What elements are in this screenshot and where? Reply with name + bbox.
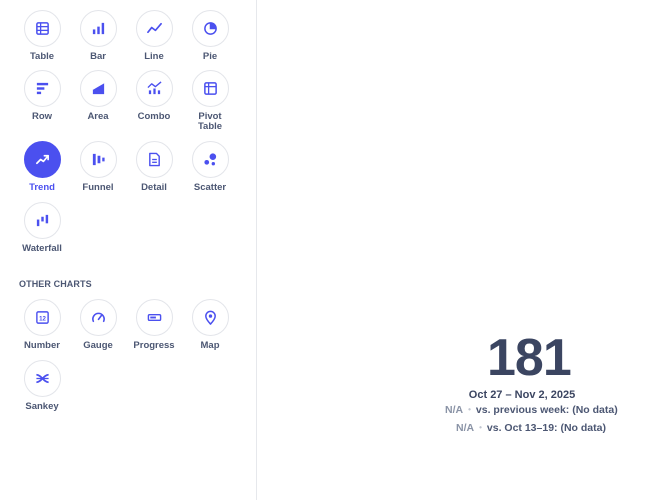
viz-option-area[interactable]: Area [68, 70, 128, 122]
viz-circle[interactable] [79, 141, 117, 178]
viz-circle[interactable] [23, 10, 61, 47]
viz-circle[interactable] [135, 70, 173, 107]
viz-label-sankey: Sankey [25, 401, 59, 412]
comparison-text: vs. Oct 13–19: (No data) [486, 422, 606, 434]
pivot-table-icon [203, 82, 217, 95]
pie-chart-icon [203, 22, 217, 35]
viz-label-progress: Progress [133, 340, 175, 351]
viz-option-combo[interactable]: Combo [124, 70, 184, 122]
comparison-previous-week: N/A • vs. previous week: (No data) [445, 404, 618, 416]
comparison-date-range: N/A • vs. Oct 13–19: (No data) [456, 422, 606, 434]
viz-option-pie[interactable]: Pie [180, 10, 240, 62]
detail-icon [148, 152, 160, 167]
viz-circle[interactable] [79, 10, 117, 47]
viz-option-funnel[interactable]: Funnel [68, 141, 128, 193]
viz-option-trend[interactable]: Trend [12, 141, 72, 193]
viz-option-line[interactable]: Line [124, 10, 184, 62]
viz-circle[interactable]: 12 [23, 299, 61, 336]
viz-circle[interactable] [23, 141, 61, 178]
viz-label-gauge: Gauge [83, 340, 113, 351]
line-chart-icon [146, 22, 162, 34]
comparison-value: N/A [456, 422, 475, 434]
separator-dot: • [479, 423, 482, 432]
trend-date-range: Oct 27 – Nov 2, 2025 [468, 389, 576, 401]
viz-label-funnel: Funnel [82, 182, 114, 193]
viz-label-detail: Detail [141, 182, 167, 193]
viz-label-table: Table [29, 51, 55, 62]
separator-dot: • [468, 405, 471, 414]
viz-circle[interactable] [23, 202, 61, 239]
viz-label-number: Number [24, 340, 60, 351]
viz-option-pivot-table[interactable]: Pivot Table [180, 70, 240, 132]
viz-option-table[interactable]: Table [12, 10, 72, 62]
gauge-icon [91, 312, 105, 323]
viz-label-scatter: Scatter [193, 182, 227, 193]
combo-chart-icon [146, 81, 162, 95]
other-charts-heading: OTHER CHARTS [19, 279, 92, 289]
viz-label-pivot-table: Pivot Table [197, 111, 223, 132]
progress-icon [147, 313, 161, 322]
viz-label-trend: Trend [29, 182, 55, 193]
viz-option-scatter[interactable]: Scatter [180, 141, 240, 193]
visualization-picker: Table Bar Line Pie Row Area Combo Pivot … [0, 0, 257, 500]
viz-label-pie: Pie [202, 51, 218, 62]
viz-label-area: Area [87, 111, 109, 122]
viz-label-waterfall: Waterfall [22, 243, 62, 254]
map-pin-icon [204, 310, 216, 325]
viz-option-progress[interactable]: Progress [124, 299, 184, 351]
viz-label-line: Line [144, 51, 164, 62]
viz-circle[interactable] [79, 299, 117, 336]
bar-chart-icon [92, 22, 104, 35]
viz-label-bar: Bar [90, 51, 106, 62]
scatter-icon [203, 153, 216, 166]
viz-option-row[interactable]: Row [12, 70, 72, 122]
viz-circle[interactable] [191, 70, 229, 107]
viz-circle[interactable] [23, 70, 61, 107]
viz-circle[interactable] [191, 141, 229, 178]
viz-option-map[interactable]: Map [180, 299, 240, 351]
viz-option-sankey[interactable]: Sankey [12, 360, 72, 412]
viz-label-combo: Combo [137, 111, 171, 122]
trend-value: 181 [487, 329, 572, 387]
comparison-value: N/A [445, 404, 464, 416]
funnel-icon [92, 153, 105, 166]
viz-label-map: Map [200, 340, 220, 351]
viz-option-detail[interactable]: Detail [124, 141, 184, 193]
trend-icon [35, 154, 49, 165]
table-icon [35, 22, 49, 35]
viz-option-gauge[interactable]: Gauge [68, 299, 128, 351]
area-chart-icon [92, 82, 104, 95]
viz-option-number[interactable]: 12 Number [12, 299, 72, 351]
waterfall-icon [36, 214, 48, 227]
svg-text:12: 12 [39, 315, 46, 322]
sankey-icon [35, 373, 49, 384]
viz-circle[interactable] [191, 10, 229, 47]
viz-circle[interactable] [23, 360, 61, 397]
viz-circle[interactable] [135, 141, 173, 178]
trend-visualization: 181 Oct 27 – Nov 2, 2025 N/A • vs. previou… [257, 0, 670, 500]
viz-circle[interactable] [135, 10, 173, 47]
viz-circle[interactable] [79, 70, 117, 107]
viz-option-bar[interactable]: Bar [68, 10, 128, 62]
number-icon: 12 [35, 311, 49, 324]
viz-option-waterfall[interactable]: Waterfall [12, 202, 72, 254]
row-chart-icon [36, 82, 48, 95]
viz-label-row: Row [31, 111, 53, 122]
viz-circle[interactable] [191, 299, 229, 336]
comparison-text: vs. previous week: (No data) [475, 404, 618, 416]
viz-circle[interactable] [135, 299, 173, 336]
